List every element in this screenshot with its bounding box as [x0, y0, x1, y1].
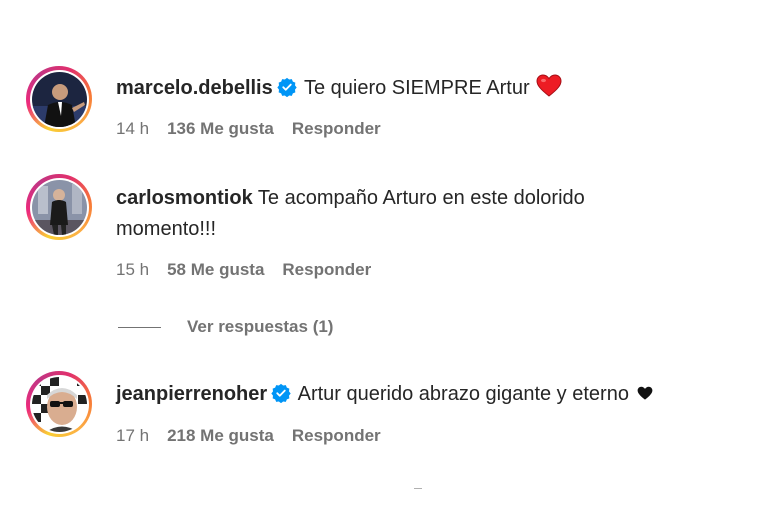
view-replies-label: Ver respuestas (1): [187, 317, 334, 336]
comment-line: marcelo.debellis Te quiero SIEMPRE Artur: [116, 73, 736, 104]
verified-badge-icon: [271, 383, 291, 403]
comment-meta: 14 h 136 Me gusta Responder: [116, 119, 399, 139]
comment-timestamp[interactable]: 17 h: [116, 426, 149, 445]
view-replies-button[interactable]: Ver respuestas (1): [118, 317, 333, 337]
comment-text: Te quiero SIEMPRE Artur: [303, 77, 530, 99]
replies-divider: [118, 326, 161, 328]
black-heart-icon: [637, 386, 653, 400]
likes-count[interactable]: 136 Me gusta: [167, 119, 274, 138]
username[interactable]: marcelo.debellis: [116, 77, 273, 99]
avatar[interactable]: [31, 179, 87, 235]
comment-line: jeanpierrenoher Artur querido abrazo gig…: [116, 379, 736, 410]
reply-button[interactable]: Responder: [292, 426, 381, 445]
username[interactable]: jeanpierrenoher: [116, 383, 267, 405]
comment-timestamp[interactable]: 14 h: [116, 119, 149, 138]
comment-line: carlosmontiok Te acompaño Arturo en este…: [116, 183, 736, 245]
avatar-story-ring[interactable]: [26, 66, 92, 132]
comment-timestamp[interactable]: 15 h: [116, 260, 149, 279]
comment-text: Te acompaño Arturo en este dolorido: [257, 187, 585, 209]
comment-text: Artur querido abrazo gigante y eterno: [297, 383, 629, 405]
avatar-story-ring[interactable]: [26, 174, 92, 240]
comment-meta: 15 h 58 Me gusta Responder: [116, 260, 389, 280]
likes-count[interactable]: 58 Me gusta: [167, 260, 264, 279]
avatar[interactable]: [31, 376, 87, 432]
username[interactable]: carlosmontiok: [116, 187, 253, 209]
verified-badge-icon: [277, 77, 297, 97]
red-heart-icon: [536, 74, 562, 97]
reply-button[interactable]: Responder: [282, 260, 371, 279]
likes-count[interactable]: 218 Me gusta: [167, 426, 274, 445]
comment-meta: 17 h 218 Me gusta Responder: [116, 426, 399, 446]
avatar[interactable]: [31, 71, 87, 127]
scroll-indicator: [414, 488, 422, 489]
comment-text-continued: momento!!!: [116, 218, 217, 240]
reply-button[interactable]: Responder: [292, 119, 381, 138]
avatar-story-ring[interactable]: [26, 371, 92, 437]
